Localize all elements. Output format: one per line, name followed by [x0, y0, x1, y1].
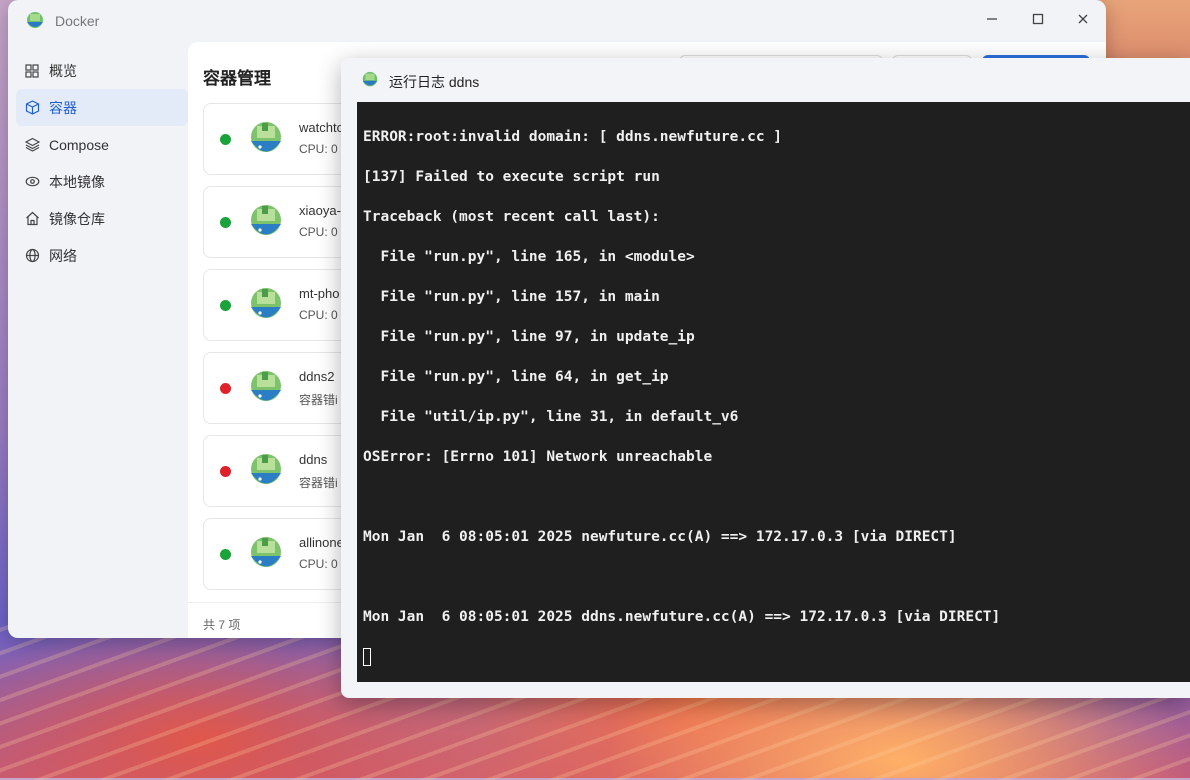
container-name: ddns — [299, 452, 328, 467]
sidebar: 概览 容器 Compose 本地镜像 镜像仓库 网络 — [16, 52, 188, 274]
ddns-container-icon — [251, 122, 281, 152]
status-error-dot — [220, 383, 231, 394]
log-line: File "util/ip.py", line 31, in default_v… — [363, 409, 739, 425]
maximize-button[interactable] — [1029, 12, 1047, 30]
sidebar-item-containers[interactable]: 容器 — [16, 89, 188, 126]
close-button[interactable] — [1074, 12, 1092, 30]
status-running-dot — [220, 217, 231, 228]
maximize-icon — [1032, 13, 1044, 25]
page-title: 容器管理 — [203, 69, 271, 88]
close-icon — [1078, 14, 1088, 24]
log-line: ERROR:root:invalid domain: [ ddns.newfut… — [363, 129, 783, 145]
log-line: OSError: [Errno 101] Network unreachable — [363, 449, 713, 465]
sidebar-item-network[interactable]: 网络 — [16, 237, 188, 274]
layers-icon — [24, 137, 40, 153]
grid-icon — [24, 63, 40, 79]
sidebar-item-label: 本地镜像 — [49, 173, 105, 190]
log-window-title: 运行日志 ddns — [389, 74, 480, 90]
container-stats: CPU: 0 — [299, 308, 338, 322]
log-terminal[interactable]: ERROR:root:invalid domain: [ ddns.newfut… — [357, 102, 1190, 682]
container-stats: CPU: 0 — [299, 557, 338, 571]
home-icon — [24, 211, 40, 227]
cube-icon — [24, 100, 40, 116]
container-stats: CPU: 0 — [299, 142, 338, 156]
ddns-container-icon — [251, 288, 281, 318]
container-name: mt-pho — [299, 286, 340, 301]
log-line: File "run.py", line 157, in main — [363, 289, 660, 305]
title-bar[interactable]: Docker — [8, 0, 1106, 42]
sidebar-item-compose[interactable]: Compose — [16, 126, 188, 163]
container-stats: CPU: 0 — [299, 225, 338, 239]
container-stats: 容器错i — [299, 393, 338, 407]
sidebar-item-label: 网络 — [49, 247, 77, 264]
minimize-icon — [987, 18, 997, 20]
sidebar-item-registry[interactable]: 镜像仓库 — [16, 200, 188, 237]
sidebar-item-label: 容器 — [49, 99, 77, 116]
log-line: [137] Failed to execute script run — [363, 169, 660, 185]
item-count: 共 7 项 — [203, 618, 241, 632]
eye-icon — [24, 174, 40, 190]
window-title: Docker — [55, 13, 100, 29]
log-line: File "run.py", line 165, in <module> — [363, 249, 695, 265]
status-running-dot — [220, 549, 231, 560]
status-running-dot — [220, 300, 231, 311]
sidebar-item-label: Compose — [49, 136, 109, 153]
ddns-app-icon — [362, 71, 378, 87]
ddns-container-icon — [251, 371, 281, 401]
terminal-cursor — [363, 648, 371, 666]
container-name: watchtc — [299, 120, 344, 135]
container-stats: 容器错i — [299, 476, 338, 490]
sidebar-item-local-images[interactable]: 本地镜像 — [16, 163, 188, 200]
container-name: xiaoya- — [299, 203, 341, 218]
log-line: Traceback (most recent call last): — [363, 209, 660, 225]
ddns-container-icon — [251, 537, 281, 567]
container-name: ddns2 — [299, 369, 335, 384]
status-running-dot — [220, 134, 231, 145]
sidebar-item-overview[interactable]: 概览 — [16, 52, 188, 89]
log-line: File "run.py", line 97, in update_ip — [363, 329, 695, 345]
log-window: 运行日志 ddns ERROR:root:invalid domain: [ d… — [341, 58, 1190, 698]
sidebar-item-label: 概览 — [49, 62, 77, 79]
docker-app-icon — [27, 12, 43, 28]
ddns-container-icon — [251, 454, 281, 484]
globe-icon — [24, 248, 40, 264]
log-line: Mon Jan 6 08:05:01 2025 newfuture.cc(A) … — [363, 529, 957, 545]
minimize-button[interactable] — [983, 12, 1001, 30]
sidebar-item-label: 镜像仓库 — [49, 210, 105, 227]
log-line: Mon Jan 6 08:05:01 2025 ddns.newfuture.c… — [363, 609, 1001, 625]
log-window-header[interactable]: 运行日志 ddns — [341, 58, 1190, 102]
ddns-container-icon — [251, 205, 281, 235]
container-name: allinone — [299, 535, 344, 550]
status-error-dot — [220, 466, 231, 477]
log-line: File "run.py", line 64, in get_ip — [363, 369, 669, 385]
